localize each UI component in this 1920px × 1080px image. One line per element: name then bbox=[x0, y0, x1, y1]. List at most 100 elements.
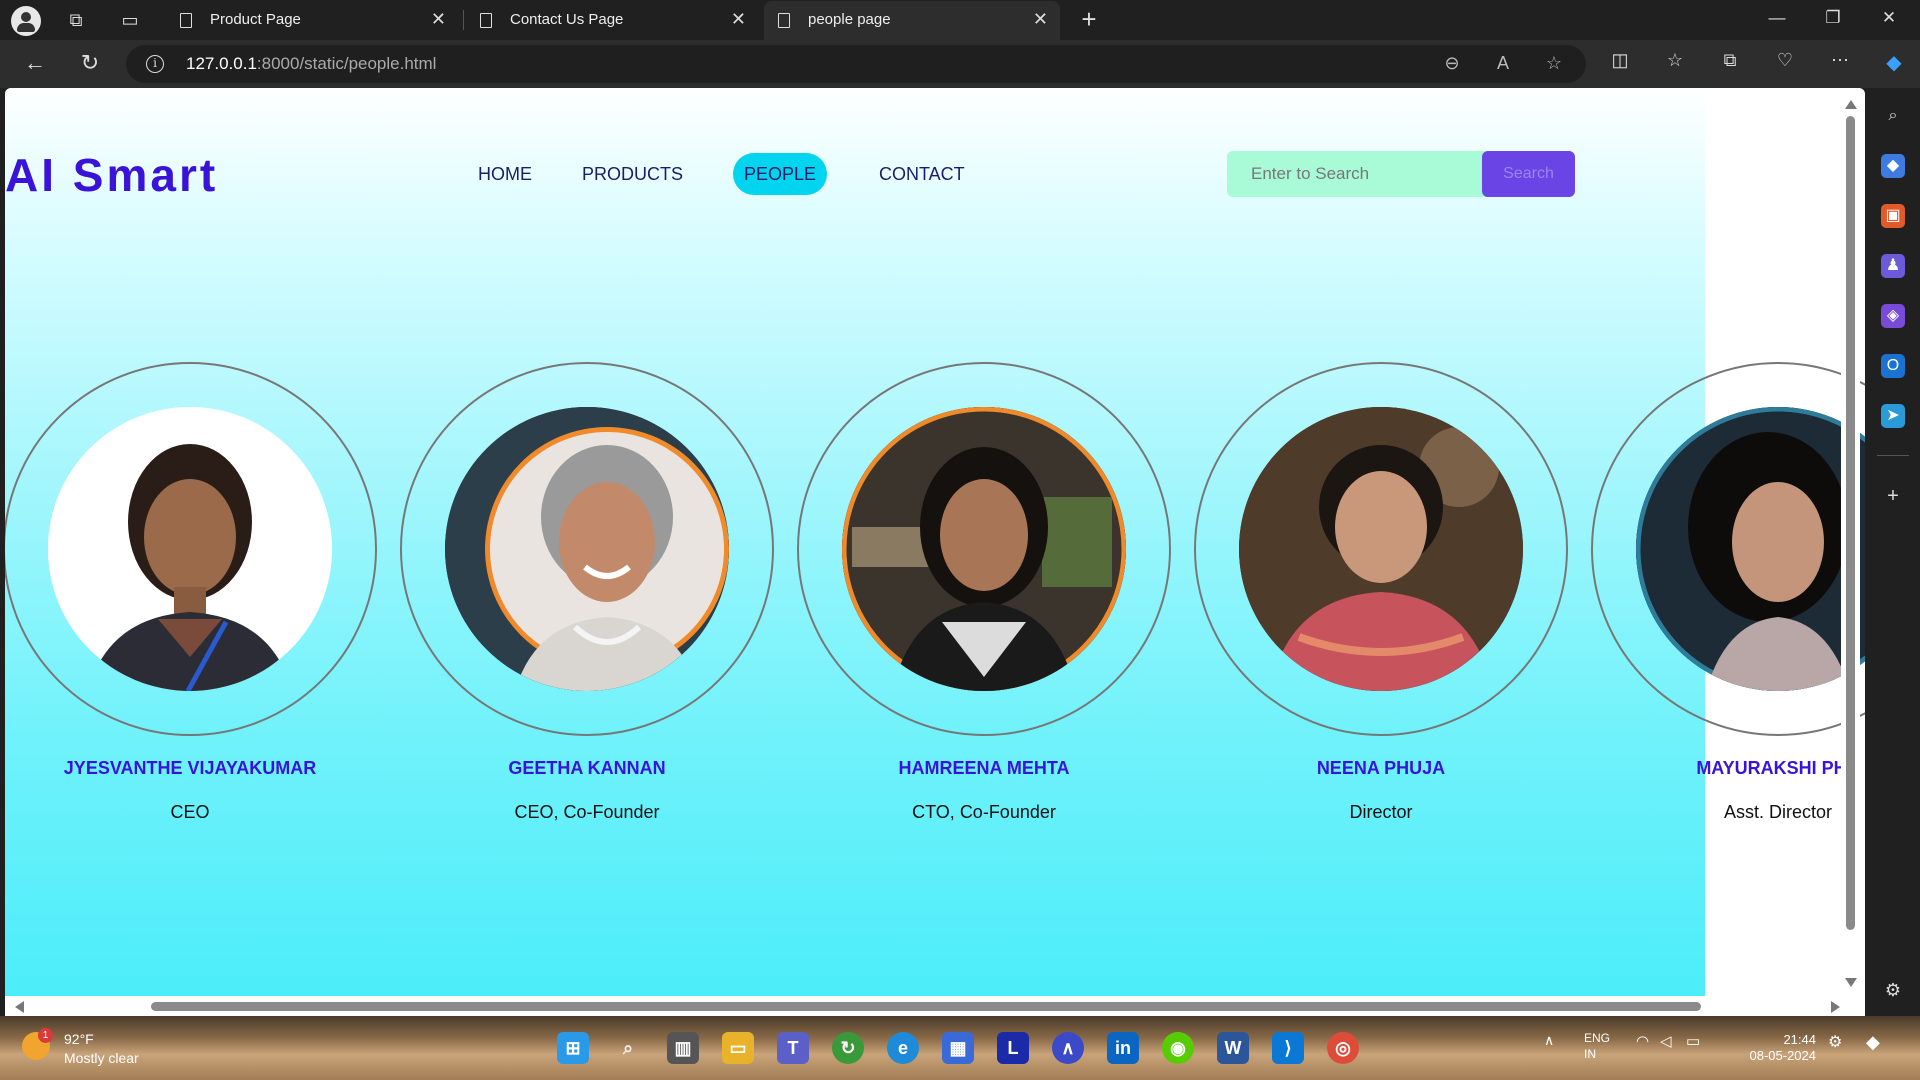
time: 21:44 bbox=[1783, 1032, 1816, 1047]
horizontal-scrollbar[interactable] bbox=[5, 996, 1860, 1016]
page-icon bbox=[778, 13, 790, 28]
site-info-icon[interactable]: i bbox=[146, 55, 164, 73]
person-role: CEO, Co-Founder bbox=[514, 802, 660, 822]
workspaces-icon[interactable]: ⧉ bbox=[64, 8, 88, 32]
start-icon[interactable]: ⊞ bbox=[557, 1032, 589, 1064]
task-view-icon[interactable]: ▥ bbox=[667, 1032, 699, 1064]
file-explorer-icon[interactable]: ▭ bbox=[722, 1032, 754, 1064]
store-icon[interactable]: ▦ bbox=[942, 1032, 974, 1064]
l-app-icon[interactable]: L bbox=[997, 1032, 1029, 1064]
scroll-down-arrow[interactable] bbox=[1845, 978, 1857, 987]
weather-temperature: 92°F bbox=[64, 1031, 94, 1047]
browser-tab-bar: ⧉ ▭ Product Page ✕ Contact Us Page ✕ peo… bbox=[0, 0, 1920, 40]
tray-chevron-icon[interactable]: ∧ bbox=[1544, 1032, 1554, 1049]
read-aloud-icon[interactable]: A bbox=[1491, 53, 1515, 74]
person-name: HAMREENA MEHTA bbox=[898, 758, 1070, 778]
chrome-icon[interactable]: ◎ bbox=[1327, 1032, 1359, 1064]
scroll-left-arrow[interactable] bbox=[15, 1001, 24, 1013]
teams-icon[interactable]: T bbox=[777, 1032, 809, 1064]
tab-people-page[interactable]: people page ✕ bbox=[764, 1, 1060, 40]
portrait-image bbox=[445, 407, 729, 691]
word-icon[interactable]: W bbox=[1217, 1032, 1249, 1064]
avatar-photo bbox=[1239, 407, 1523, 691]
search-icon[interactable]: ⌕ bbox=[1881, 104, 1905, 128]
url-path: :8000/static/people.html bbox=[256, 54, 437, 73]
linkedin-icon[interactable]: in bbox=[1107, 1032, 1139, 1064]
search-input[interactable] bbox=[1227, 151, 1487, 197]
page-icon bbox=[180, 13, 192, 28]
person-name: NEENA PHUJA bbox=[1316, 758, 1446, 778]
clock[interactable]: 21:44 08-05-2024 bbox=[1746, 1032, 1817, 1064]
nav-products[interactable]: PRODUCTS bbox=[571, 153, 694, 195]
edge-icon[interactable]: e bbox=[887, 1032, 919, 1064]
portrait-image bbox=[1239, 407, 1523, 691]
tab-actions-icon[interactable]: ▭ bbox=[118, 8, 142, 32]
volume-icon[interactable]: ◁ bbox=[1660, 1032, 1672, 1050]
vertical-scrollbar[interactable] bbox=[1841, 88, 1860, 998]
browser-essentials-icon[interactable]: ♡ bbox=[1771, 50, 1799, 71]
favorites-icon[interactable]: ☆ bbox=[1661, 50, 1689, 71]
close-tab-icon[interactable]: ✕ bbox=[431, 9, 446, 30]
weather-description: Mostly clear bbox=[64, 1050, 139, 1066]
portrait-image bbox=[48, 407, 332, 691]
refresh-app-icon[interactable]: ↻ bbox=[832, 1032, 864, 1064]
person-role: CEO bbox=[170, 802, 210, 822]
avatar-photo bbox=[48, 407, 332, 691]
favorite-star-icon[interactable]: ☆ bbox=[1542, 53, 1566, 74]
battery-icon[interactable]: ▭ bbox=[1686, 1032, 1700, 1050]
close-tab-icon[interactable]: ✕ bbox=[731, 9, 746, 30]
new-tab-button[interactable]: + bbox=[1075, 4, 1103, 35]
tab-title: Product Page bbox=[210, 11, 301, 28]
gear-icon[interactable]: ⚙ bbox=[1881, 978, 1905, 1002]
tools-icon[interactable]: ▣ bbox=[1881, 204, 1905, 228]
scroll-thumb[interactable] bbox=[151, 1002, 1701, 1011]
send-icon[interactable]: ➤ bbox=[1881, 404, 1905, 428]
sidebar-divider bbox=[1877, 455, 1909, 456]
arc-app-icon[interactable]: ∧ bbox=[1052, 1032, 1084, 1064]
vscode-icon[interactable]: ⟩ bbox=[1272, 1032, 1304, 1064]
games-icon[interactable]: ♟ bbox=[1881, 254, 1905, 278]
site-search: Search bbox=[1227, 151, 1577, 197]
refresh-icon[interactable]: ↻ bbox=[76, 50, 104, 76]
search-button[interactable]: Search bbox=[1482, 151, 1575, 197]
person-role: Asst. Director bbox=[1723, 802, 1833, 822]
split-screen-icon[interactable]: ◫ bbox=[1606, 50, 1634, 71]
add-icon[interactable]: + bbox=[1881, 484, 1905, 508]
copilot-taskbar-icon[interactable]: ◆ bbox=[1866, 1032, 1880, 1053]
wifi-icon[interactable]: ◠ bbox=[1636, 1032, 1649, 1050]
region-code: IN bbox=[1584, 1047, 1596, 1061]
scroll-thumb[interactable] bbox=[1846, 116, 1855, 930]
language-indicator[interactable]: ENG IN bbox=[1584, 1030, 1610, 1062]
close-tab-icon[interactable]: ✕ bbox=[1033, 9, 1048, 30]
scroll-up-arrow[interactable] bbox=[1845, 100, 1857, 109]
scroll-right-arrow[interactable] bbox=[1831, 1001, 1840, 1013]
nav-people[interactable]: PEOPLE bbox=[733, 153, 828, 195]
tab-product-page[interactable]: Product Page ✕ bbox=[166, 1, 458, 40]
restore-icon[interactable]: ❐ bbox=[1821, 8, 1845, 28]
zoom-out-icon[interactable]: ⊖ bbox=[1440, 53, 1464, 74]
nav-home[interactable]: HOME bbox=[467, 153, 543, 195]
shopping-icon[interactable]: ◆ bbox=[1881, 154, 1905, 178]
search-icon[interactable]: ⌕ bbox=[612, 1032, 644, 1064]
web-viewport: AI Smart HOME PRODUCTS PEOPLE CONTACT Se… bbox=[5, 88, 1865, 1016]
url-bar[interactable]: i 127.0.0.1:8000/static/people.html ⊖ A … bbox=[126, 45, 1586, 83]
outlook-icon[interactable]: O bbox=[1881, 354, 1905, 378]
settings-more-icon[interactable]: ⋯ bbox=[1826, 50, 1854, 71]
close-window-icon[interactable]: ✕ bbox=[1877, 8, 1901, 28]
minimize-icon[interactable]: — bbox=[1765, 8, 1789, 28]
tab-divider bbox=[463, 10, 464, 30]
date: 08-05-2024 bbox=[1749, 1048, 1817, 1063]
duolingo-icon[interactable]: ◉ bbox=[1162, 1032, 1194, 1064]
tab-contact-us-page[interactable]: Contact Us Page ✕ bbox=[466, 1, 758, 40]
collections-icon[interactable]: ⧉ bbox=[1716, 50, 1744, 71]
profile-icon[interactable] bbox=[11, 6, 41, 36]
site-logo[interactable]: AI Smart bbox=[5, 148, 218, 202]
notification-icon[interactable]: ⚙ bbox=[1828, 1032, 1842, 1052]
url-text[interactable]: 127.0.0.1:8000/static/people.html bbox=[186, 54, 436, 74]
avatar-photo bbox=[445, 407, 729, 691]
copilot-app-icon[interactable]: ◈ bbox=[1881, 304, 1905, 328]
back-icon[interactable]: ← bbox=[21, 50, 49, 76]
address-toolbar: ← ↻ i 127.0.0.1:8000/static/people.html … bbox=[0, 40, 1920, 88]
copilot-icon[interactable]: ◆ bbox=[1880, 50, 1908, 75]
nav-contact[interactable]: CONTACT bbox=[868, 153, 976, 195]
